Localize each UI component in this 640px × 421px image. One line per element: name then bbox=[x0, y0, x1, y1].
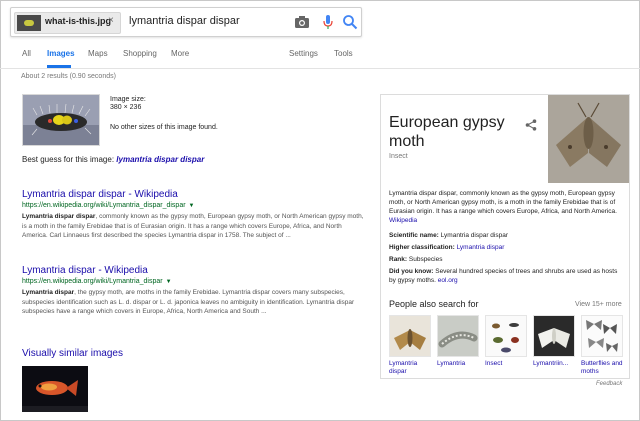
kp-wikipedia-link[interactable]: Wikipedia bbox=[389, 217, 417, 224]
pas-item[interactable]: Lymantria dispar bbox=[389, 315, 431, 376]
pas-item[interactable]: Butterflies and moths bbox=[581, 315, 623, 376]
moth-icon bbox=[390, 316, 430, 356]
kp-fact-label: Did you know: bbox=[389, 268, 434, 275]
dropdown-arrow-icon[interactable]: ▼ bbox=[166, 279, 172, 285]
pas-image bbox=[389, 315, 431, 357]
pas-label: Butterflies and moths bbox=[581, 360, 623, 375]
best-guess-link[interactable]: lymantria dispar dispar bbox=[116, 155, 204, 164]
kp-description-text: Lymantria dispar dispar, commonly known … bbox=[389, 190, 617, 215]
camera-icon[interactable] bbox=[293, 13, 311, 31]
pas-item[interactable]: Lymantriin... bbox=[533, 315, 575, 368]
tab-settings[interactable]: Settings bbox=[289, 49, 318, 58]
snippet-bold: Lymantria dispar bbox=[22, 289, 75, 296]
kp-fact-higher-classification: Higher classification: Lymantria dispar bbox=[389, 243, 623, 252]
result-url-text: https://en.wikipedia.org/wiki/Lymantria_… bbox=[22, 278, 163, 285]
similar-image-thumbnail[interactable] bbox=[22, 366, 88, 412]
kp-fact-scientific-name: Scientific name: Lymantria dispar dispar bbox=[389, 231, 623, 240]
tab-tools[interactable]: Tools bbox=[334, 49, 353, 58]
result-snippet: Lymantria dispar dispar, commonly known … bbox=[22, 212, 367, 241]
kp-fact-did-you-know: Did you know: Several hundred species of… bbox=[389, 267, 623, 285]
kp-fact-label: Rank: bbox=[389, 256, 408, 263]
result-url[interactable]: https://en.wikipedia.org/wiki/Lymantria_… bbox=[22, 202, 195, 209]
no-other-sizes: No other sizes of this image found. bbox=[110, 124, 218, 131]
search-bar[interactable]: what-is-this.jpg × lymantria dispar disp… bbox=[10, 7, 362, 37]
result-url[interactable]: https://en.wikipedia.org/wiki/Lymantria_… bbox=[22, 278, 172, 285]
snippet-bold: Lymantria dispar dispar bbox=[22, 213, 96, 220]
kp-fact-link[interactable]: Lymantria dispar bbox=[457, 244, 505, 251]
pas-image bbox=[581, 315, 623, 357]
kp-fact-value: Subspecies bbox=[408, 256, 443, 263]
pas-item[interactable]: Insect bbox=[485, 315, 527, 368]
kp-fact-label: Higher classification: bbox=[389, 244, 455, 251]
kp-fact-rank: Rank: Subspecies bbox=[389, 255, 623, 264]
image-size-value: 380 × 236 bbox=[110, 104, 142, 111]
pas-item[interactable]: Lymantria bbox=[437, 315, 479, 368]
best-guess-prefix: Best guess for this image: bbox=[22, 155, 115, 164]
search-tabs: All Images Maps Shopping More Settings T… bbox=[0, 44, 640, 69]
visually-similar-title[interactable]: Visually similar images bbox=[22, 348, 123, 359]
chip-thumbnail bbox=[17, 15, 41, 31]
view-more-link[interactable]: View 15+ more bbox=[575, 301, 622, 308]
tab-shopping[interactable]: Shopping bbox=[123, 49, 157, 58]
search-input[interactable]: lymantria dispar dispar bbox=[129, 15, 240, 27]
fish-image bbox=[22, 366, 88, 412]
pas-label: Lymantriin... bbox=[533, 360, 569, 367]
moth-image bbox=[548, 95, 629, 183]
pas-label: Lymantria bbox=[437, 360, 466, 367]
dropdown-arrow-icon[interactable]: ▼ bbox=[189, 203, 195, 209]
caterpillar-icon bbox=[438, 316, 478, 356]
pas-image bbox=[437, 315, 479, 357]
best-guess: Best guess for this image: lymantria dis… bbox=[22, 155, 204, 164]
result-url-text: https://en.wikipedia.org/wiki/Lymantria_… bbox=[22, 202, 186, 209]
kp-subtitle: Insect bbox=[389, 153, 408, 160]
tab-all[interactable]: All bbox=[22, 49, 31, 58]
white-moth-icon bbox=[534, 316, 574, 356]
active-tab-indicator bbox=[47, 65, 71, 68]
result-snippet: Lymantria dispar, the gypsy moth, are mo… bbox=[22, 288, 367, 317]
insects-icon bbox=[486, 316, 526, 356]
result-title[interactable]: Lymantria dispar - Wikipedia bbox=[22, 265, 148, 276]
kp-fact-link[interactable]: eol.org bbox=[438, 277, 458, 284]
pas-image bbox=[485, 315, 527, 357]
close-icon[interactable]: × bbox=[108, 15, 114, 26]
result-title[interactable]: Lymantria dispar dispar - Wikipedia bbox=[22, 189, 178, 200]
kp-description: Lymantria dispar dispar, commonly known … bbox=[389, 189, 621, 225]
search-icon[interactable] bbox=[341, 13, 359, 31]
tab-images[interactable]: Images bbox=[47, 49, 75, 58]
chip-filename: what-is-this.jpg bbox=[45, 16, 111, 26]
pas-label: Lymantria dispar bbox=[389, 360, 418, 375]
caterpillar-image bbox=[23, 95, 99, 145]
tab-maps[interactable]: Maps bbox=[88, 49, 108, 58]
kp-title: European gypsy moth bbox=[389, 114, 505, 150]
tab-more[interactable]: More bbox=[171, 49, 189, 58]
pas-image bbox=[533, 315, 575, 357]
image-size-label: Image size: bbox=[110, 96, 146, 103]
butterflies-icon bbox=[582, 316, 622, 356]
result-stats: About 2 results (0.90 seconds) bbox=[21, 73, 116, 80]
feedback-link[interactable]: Feedback bbox=[596, 381, 622, 387]
share-icon[interactable] bbox=[525, 119, 537, 131]
kp-fact-label: Scientific name: bbox=[389, 232, 439, 239]
kp-fact-value: Lymantria dispar dispar bbox=[440, 232, 508, 239]
image-query-chip[interactable]: what-is-this.jpg × bbox=[14, 12, 121, 34]
pas-label: Insect bbox=[485, 360, 503, 367]
people-also-search-title: People also search for bbox=[389, 299, 479, 309]
knowledge-panel: European gypsy moth Insect Lymantria dis… bbox=[380, 94, 630, 379]
moth-photo[interactable] bbox=[548, 95, 629, 183]
microphone-icon[interactable] bbox=[319, 13, 337, 31]
query-image[interactable] bbox=[22, 94, 100, 146]
